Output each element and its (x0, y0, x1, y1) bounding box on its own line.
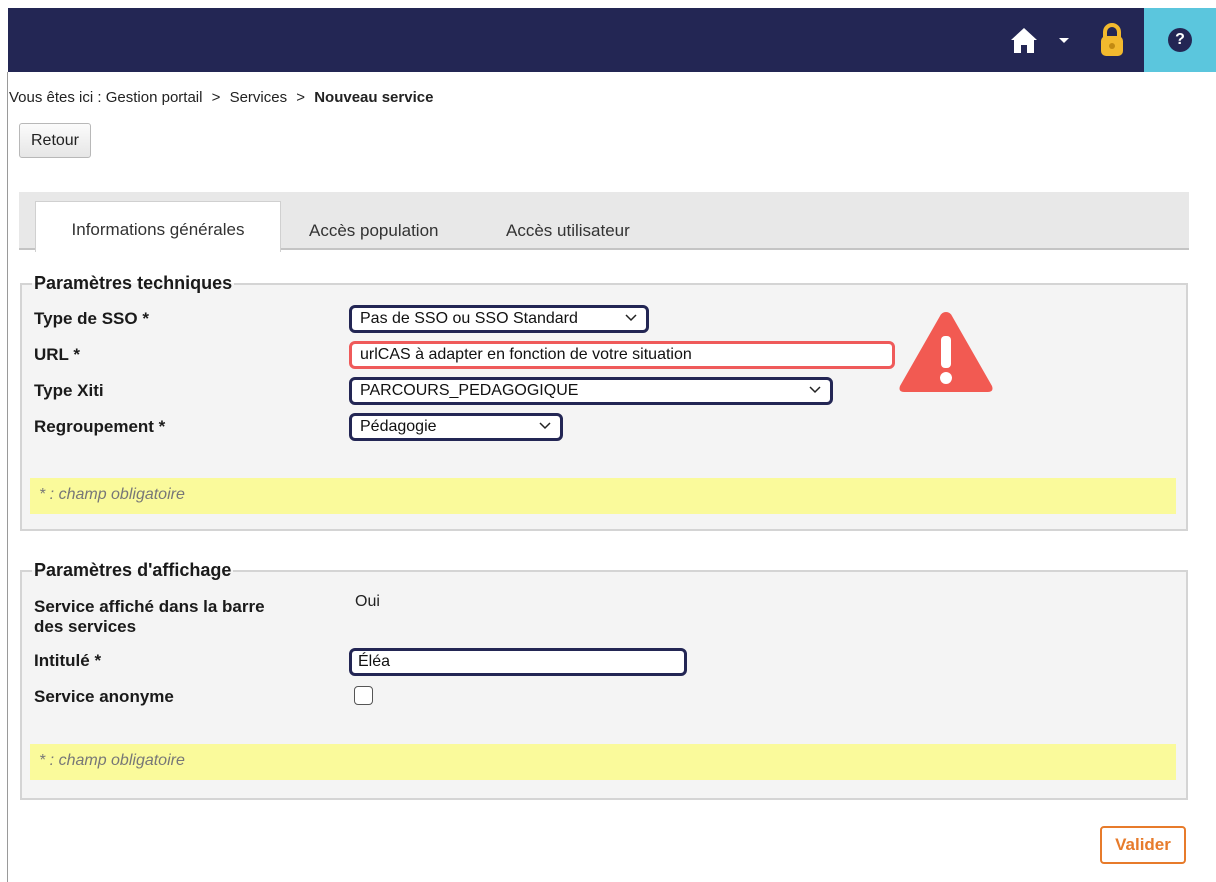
breadcrumb: Vous êtes ici : Gestion portail > Servic… (9, 89, 433, 106)
url-label: URL * (34, 345, 80, 364)
chevron-down-icon (809, 386, 821, 394)
sso-type-label: Type de SSO * (34, 309, 149, 328)
back-button[interactable]: Retour (19, 123, 91, 158)
help-area: ? (1144, 8, 1216, 72)
tab-informations-generales[interactable]: Informations générales (35, 201, 281, 252)
breadcrumb-item-gestion-portail[interactable]: Gestion portail (106, 89, 203, 106)
section-title: Paramètres techniques (34, 273, 233, 293)
page-left-border (7, 72, 8, 882)
padlock-icon[interactable] (1096, 20, 1128, 60)
required-fields-note: * : champ obligatoire (30, 478, 1176, 514)
services-bar-label: Service affiché dans la barre des servic… (34, 597, 265, 637)
chevron-down-icon (625, 314, 637, 322)
title-input[interactable]: Éléa (349, 648, 687, 676)
grouping-value: Pédagogie (360, 418, 437, 435)
services-bar-label-line2: des services (34, 617, 137, 636)
sso-type-select[interactable]: Pas de SSO ou SSO Standard (349, 305, 649, 333)
required-fields-note: * : champ obligatoire (30, 744, 1176, 780)
grouping-select[interactable]: Pédagogie (349, 413, 563, 441)
services-bar-value: Oui (355, 593, 380, 610)
tab-bar: Informations générales Accès population … (19, 192, 1189, 252)
xiti-type-value: PARCOURS_PEDAGOGIQUE (360, 382, 579, 399)
anonymous-service-label: Service anonyme (34, 687, 174, 706)
anonymous-service-checkbox[interactable] (354, 686, 373, 705)
breadcrumb-separator: > (296, 89, 306, 106)
services-bar-label-line1: Service affiché dans la barre (34, 597, 265, 616)
grouping-label: Regroupement * (34, 417, 166, 436)
home-icon[interactable] (1008, 20, 1040, 60)
help-icon[interactable]: ? (1168, 28, 1192, 52)
chevron-down-icon (539, 422, 551, 430)
tab-acces-population[interactable]: Accès population (309, 214, 438, 248)
xiti-type-label: Type Xiti (34, 381, 104, 400)
url-input[interactable]: urlCAS à adapter en fonction de votre si… (349, 341, 895, 369)
sso-type-value: Pas de SSO ou SSO Standard (360, 310, 578, 327)
breadcrumb-current: Nouveau service (314, 89, 434, 106)
breadcrumb-separator: > (211, 89, 221, 106)
caret-down-icon[interactable] (1056, 30, 1072, 50)
xiti-type-select[interactable]: PARCOURS_PEDAGOGIQUE (349, 377, 833, 405)
warning-triangle-icon (896, 308, 996, 396)
title-label: Intitulé * (34, 651, 102, 670)
breadcrumb-prefix: Vous êtes ici : (9, 89, 102, 106)
breadcrumb-item-services[interactable]: Services (230, 89, 288, 106)
section-title: Paramètres d'affichage (34, 560, 232, 580)
submit-button[interactable]: Valider (1100, 826, 1186, 864)
tab-acces-utilisateur[interactable]: Accès utilisateur (506, 214, 630, 248)
